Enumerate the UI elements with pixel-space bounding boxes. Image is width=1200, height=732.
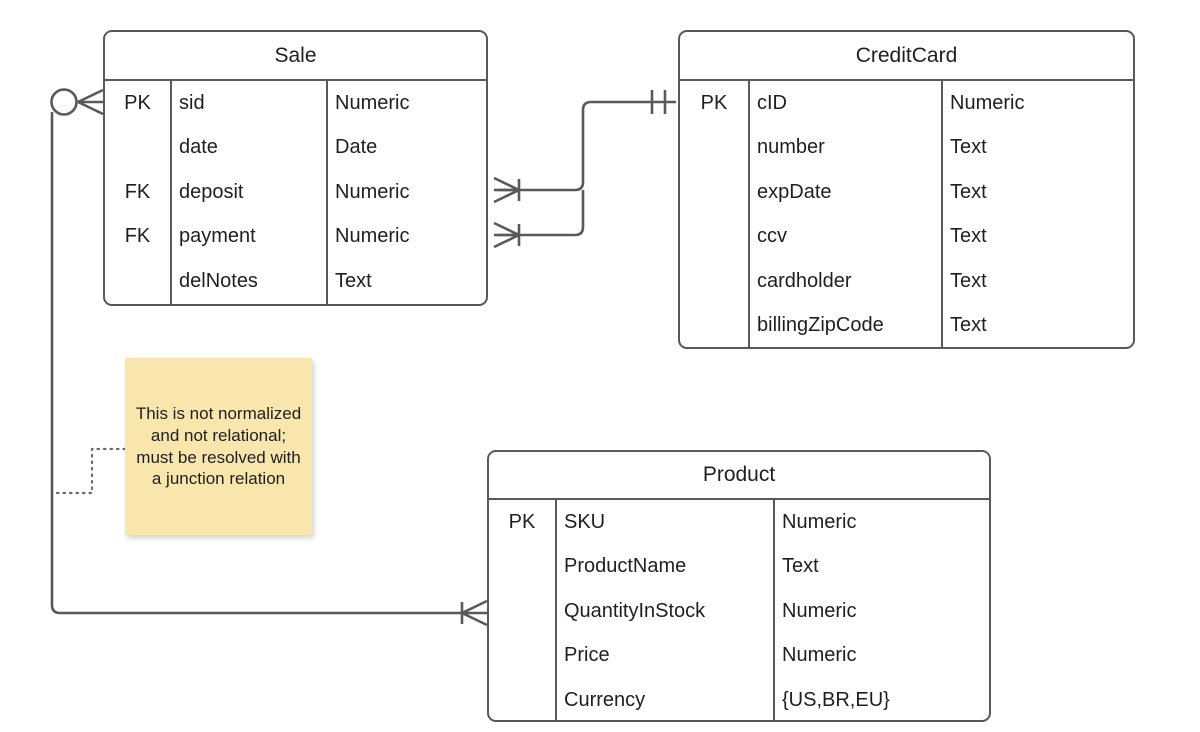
attr-type: Numeric [335, 225, 410, 248]
attr-key [489, 633, 557, 678]
attr-name: cID [750, 81, 943, 126]
cardinality-crowsfoot-deposit [493, 176, 521, 204]
attr-key [680, 125, 750, 170]
table-row[interactable]: billingZipCode Text [680, 303, 1133, 347]
attr-key: FK [105, 170, 172, 215]
attr-type: Text [950, 269, 987, 292]
attr-type: {US,BR,EU} [782, 688, 890, 711]
attr-name: deposit [172, 170, 328, 215]
table-row[interactable]: delNotes Text [105, 259, 486, 304]
attr-name: sid [172, 81, 328, 126]
attr-type: Text [950, 180, 987, 203]
sticky-note[interactable]: This is not normalized and not relationa… [125, 358, 312, 535]
table-row[interactable]: Currency {US,BR,EU} [489, 678, 989, 720]
attr-type: Text [335, 269, 372, 292]
attr-type: Text [950, 136, 987, 159]
table-row[interactable]: PK cID Numeric [680, 81, 1133, 126]
attr-key [680, 214, 750, 259]
attr-name: Currency [557, 678, 775, 720]
entity-sale-title: Sale [105, 32, 486, 81]
table-row[interactable]: FK payment Numeric [105, 214, 486, 259]
entity-product-title: Product [489, 452, 989, 500]
attr-name: cardholder [750, 259, 943, 304]
attr-name: number [750, 125, 943, 170]
table-row[interactable]: PK sid Numeric [105, 81, 486, 126]
note-leader-line [50, 447, 127, 495]
attr-type: Text [950, 314, 987, 337]
table-row[interactable]: expDate Text [680, 170, 1133, 215]
attr-name: ProductName [557, 544, 775, 589]
cardinality-crowsfoot-payment [493, 221, 521, 249]
attr-type: Numeric [335, 180, 410, 203]
entity-sale[interactable]: Sale PK sid Numeric date Date FK deposit… [103, 30, 488, 306]
attr-name: delNotes [172, 259, 328, 304]
attr-name: SKU [557, 500, 775, 545]
table-row[interactable]: ProductName Text [489, 544, 989, 589]
attr-key: FK [105, 214, 172, 259]
attr-key [680, 259, 750, 304]
cardinality-crowsfoot-sale-sid [77, 88, 104, 116]
attr-name: payment [172, 214, 328, 259]
attr-name: date [172, 125, 328, 170]
attr-type: Numeric [335, 91, 410, 114]
entity-creditcard[interactable]: CreditCard PK cID Numeric number Text ex… [678, 30, 1135, 349]
attr-type: Numeric [950, 91, 1025, 114]
attr-name: QuantityInStock [557, 589, 775, 634]
attr-key: PK [680, 81, 750, 126]
attr-key [489, 678, 557, 720]
attr-type: Numeric [782, 599, 857, 622]
table-row[interactable]: cardholder Text [680, 259, 1133, 304]
table-row[interactable]: FK deposit Numeric [105, 170, 486, 215]
cardinality-zero-circle [50, 88, 78, 116]
table-row[interactable]: number Text [680, 125, 1133, 170]
cardinality-crowsfoot-product [460, 599, 488, 627]
entity-product[interactable]: Product PK SKU Numeric ProductName Text … [487, 450, 991, 722]
table-row[interactable]: QuantityInStock Numeric [489, 589, 989, 634]
attr-name: expDate [750, 170, 943, 215]
attr-name: Price [557, 633, 775, 678]
attr-type: Numeric [782, 644, 857, 667]
attr-type: Numeric [782, 510, 857, 533]
attr-key [105, 125, 172, 170]
table-row[interactable]: ccv Text [680, 214, 1133, 259]
table-row[interactable]: date Date [105, 125, 486, 170]
entity-creditcard-title: CreditCard [680, 32, 1133, 81]
attr-key [489, 544, 557, 589]
table-row[interactable]: Price Numeric [489, 633, 989, 678]
connector-sale-deposit [498, 100, 676, 192]
attr-key [105, 259, 172, 304]
attr-type: Text [782, 555, 819, 578]
attr-key: PK [489, 500, 557, 545]
attr-key [680, 170, 750, 215]
attr-type: Text [950, 225, 987, 248]
connector-sale-payment [498, 190, 585, 237]
attr-type: Date [335, 136, 378, 159]
attr-key [680, 303, 750, 347]
table-row[interactable]: PK SKU Numeric [489, 500, 989, 545]
attr-name: ccv [750, 214, 943, 259]
attr-key: PK [105, 81, 172, 126]
attr-name: billingZipCode [750, 303, 943, 347]
erd-canvas: Product : long left routing --> Sale PK … [0, 0, 1200, 732]
attr-key [489, 589, 557, 634]
